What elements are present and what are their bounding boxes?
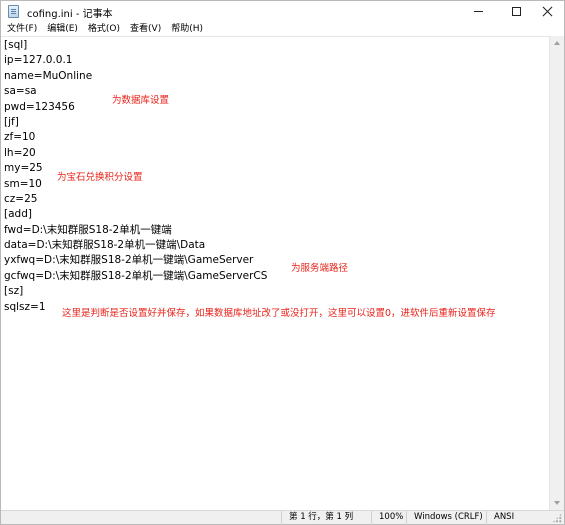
line-ending: Windows (CRLF) — [406, 511, 486, 525]
menu-edit[interactable]: 编辑(E) — [44, 22, 81, 36]
menu-help[interactable]: 帮助(H) — [168, 22, 206, 36]
notepad-window: cofing.ini - 记事本 文件(F) 编辑(E) 格式(O) 查看(V)… — [0, 0, 565, 525]
encoding: ANSI — [486, 511, 550, 525]
text-line: [sql] — [4, 39, 28, 51]
text-line: name=MuOnline — [4, 69, 93, 82]
maximize-button[interactable] — [499, 1, 533, 22]
text-line: [add] — [4, 208, 32, 221]
vertical-scrollbar[interactable] — [549, 36, 564, 510]
text-line: [jf] — [4, 115, 19, 128]
menu-file[interactable]: 文件(F) — [4, 22, 40, 36]
text-line: cz=25 — [4, 192, 38, 205]
text-line: data=D:\末知群服S18-2单机一键端\Data — [4, 239, 206, 252]
zoom-level: 100% — [371, 511, 406, 525]
scroll-up-icon[interactable] — [554, 41, 560, 45]
maximize-icon — [511, 7, 521, 16]
text-line: fwd=D:\末知群服S18-2单机一键端 — [4, 223, 172, 236]
close-button[interactable] — [530, 1, 564, 22]
menu-bar: 文件(F) 编辑(E) 格式(O) 查看(V) 帮助(H) — [1, 22, 564, 36]
annotation-setting-saved: 这里是判断是否设置好并保存，如果数据库地址改了或没打开，这里可以设置0，进软件后… — [62, 308, 496, 319]
status-bar: 第 1 行，第 1 列 100% Windows (CRLF) ANSI — [1, 510, 564, 525]
title-bar[interactable]: cofing.ini - 记事本 — [1, 1, 564, 22]
cursor-position: 第 1 行，第 1 列 — [281, 511, 371, 525]
text-line: gcfwq=D:\末知群服S18-2单机一键端\GameServerCS — [4, 269, 268, 282]
window-title: cofing.ini - 记事本 — [27, 9, 113, 20]
text-line: [sz] — [4, 285, 24, 298]
scroll-down-icon[interactable] — [554, 501, 560, 505]
annotation-server-path: 为服务端路径 — [291, 263, 349, 274]
minimize-button[interactable] — [461, 1, 495, 22]
text-editor-area[interactable]: [sql] ip=127.0.0.1 name=MuOnline sa=sa p… — [1, 36, 549, 510]
minimize-icon — [473, 11, 483, 12]
annotation-database: 为数据库设置 — [112, 95, 170, 106]
text-line: zf=10 — [4, 131, 36, 144]
text-line: yxfwq=D:\末知群服S18-2单机一键端\GameServer — [4, 254, 254, 267]
menu-view[interactable]: 查看(V) — [127, 22, 164, 36]
text-line: ip=127.0.0.1 — [4, 54, 73, 67]
text-line: lh=20 — [4, 146, 36, 159]
resize-grip-icon[interactable] — [552, 513, 562, 523]
menu-format[interactable]: 格式(O) — [85, 22, 123, 36]
close-icon — [542, 6, 553, 17]
notepad-icon — [8, 5, 19, 18]
annotation-gem-points: 为宝石兑换积分设置 — [57, 172, 143, 183]
